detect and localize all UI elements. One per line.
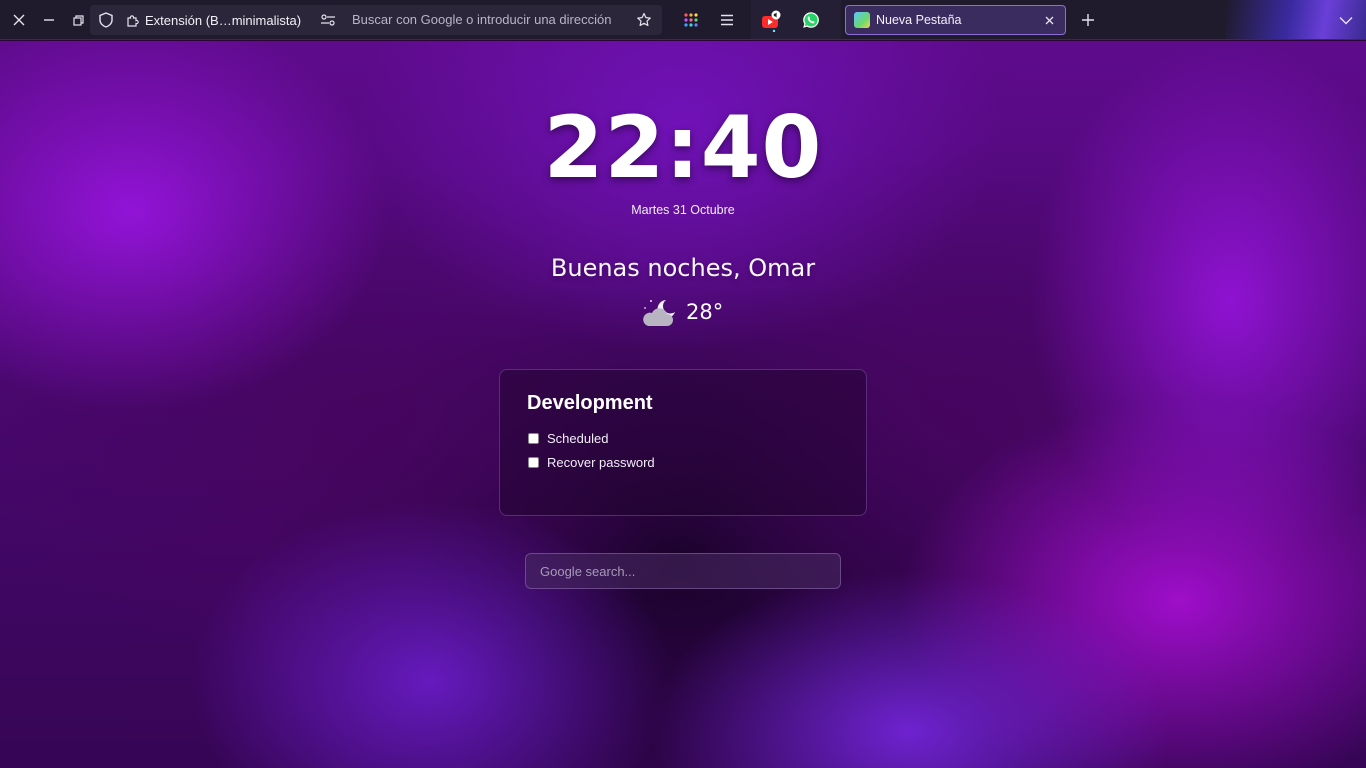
todo-label: Scheduled bbox=[547, 430, 609, 446]
shield-icon bbox=[99, 12, 113, 28]
browser-toolbar: Extensión (B…minimalista) Buscar con Goo… bbox=[0, 0, 1366, 40]
star-icon bbox=[637, 12, 651, 27]
extension-label: Extensión (B…minimalista) bbox=[145, 12, 302, 28]
todo-item[interactable]: Recover password bbox=[528, 454, 655, 470]
youtube-icon bbox=[762, 10, 781, 32]
permissions-button[interactable] bbox=[318, 11, 338, 29]
todo-card: Development Scheduled Recover password bbox=[499, 369, 867, 516]
todo-title: Development bbox=[527, 392, 653, 414]
google-search-input[interactable] bbox=[525, 553, 841, 589]
apps-button[interactable] bbox=[677, 6, 705, 34]
minimize-icon bbox=[44, 19, 54, 21]
new-tab-button[interactable] bbox=[1074, 6, 1102, 34]
active-tab[interactable]: Nueva Pestaña bbox=[845, 5, 1066, 35]
pinned-tab-youtube[interactable] bbox=[757, 6, 785, 34]
apps-grid-icon bbox=[684, 13, 698, 27]
menu-icon bbox=[721, 14, 733, 26]
todo-checkbox[interactable] bbox=[528, 432, 539, 444]
tab-title: Nueva Pestaña bbox=[876, 13, 962, 27]
tracking-protection-button[interactable] bbox=[96, 11, 116, 29]
close-icon bbox=[13, 14, 25, 26]
restore-window-button[interactable] bbox=[64, 6, 92, 34]
clock: 22:40 bbox=[543, 98, 823, 198]
pinned-tab-whatsapp[interactable] bbox=[797, 6, 825, 34]
app-menu-button[interactable] bbox=[713, 6, 741, 34]
tab-list-button[interactable] bbox=[1332, 6, 1360, 34]
url-bar[interactable]: Extensión (B…minimalista) Buscar con Goo… bbox=[90, 5, 662, 35]
permissions-icon bbox=[321, 14, 335, 26]
temperature: 28° bbox=[686, 300, 724, 324]
chevron-down-icon bbox=[1339, 16, 1353, 24]
tab-close-icon bbox=[1045, 16, 1053, 24]
whatsapp-icon bbox=[803, 12, 819, 28]
extension-identity[interactable]: Extensión (B…minimalista) bbox=[126, 5, 301, 35]
todo-label: Recover password bbox=[547, 454, 655, 470]
new-tab-icon bbox=[1082, 14, 1094, 26]
weather-widget: 28° bbox=[640, 296, 723, 328]
minimize-window-button[interactable] bbox=[35, 6, 63, 34]
extension-icon bbox=[126, 13, 140, 27]
restore-icon bbox=[72, 14, 84, 26]
todo-item[interactable]: Scheduled bbox=[528, 430, 608, 446]
date-label: Martes 31 Octubre bbox=[631, 203, 735, 217]
todo-checkbox[interactable] bbox=[528, 456, 539, 468]
bookmark-button[interactable] bbox=[634, 11, 654, 29]
address-input[interactable]: Buscar con Google o introducir una direc… bbox=[352, 5, 611, 35]
night-cloudy-icon bbox=[643, 300, 675, 326]
greeting: Buenas noches, Omar bbox=[550, 254, 816, 282]
tab-favicon bbox=[854, 12, 870, 28]
tab-close-button[interactable] bbox=[1041, 12, 1057, 28]
close-window-button[interactable] bbox=[5, 6, 33, 34]
